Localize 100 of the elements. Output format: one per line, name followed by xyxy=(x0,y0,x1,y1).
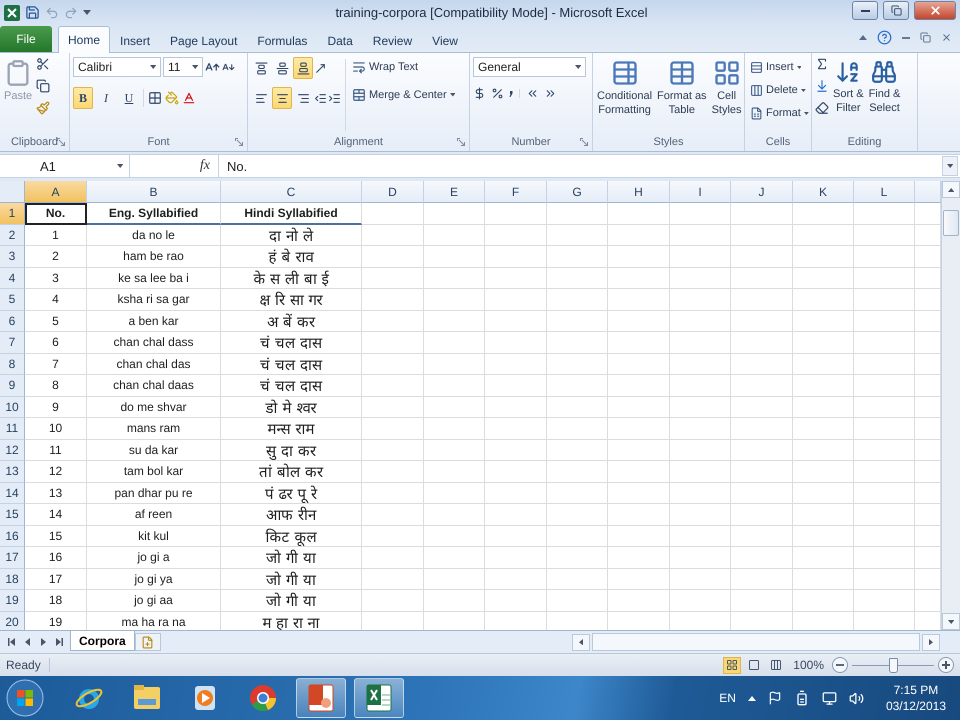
dialog-launcher-icon[interactable] xyxy=(457,138,465,146)
name-box[interactable]: A1 xyxy=(0,155,130,177)
row-header[interactable]: 9 xyxy=(0,375,25,396)
row-header[interactable]: 5 xyxy=(0,289,25,310)
row-header[interactable]: 8 xyxy=(0,354,25,375)
cells-button[interactable]: Insert xyxy=(748,57,811,77)
number-format-field[interactable]: General xyxy=(473,57,586,77)
clock-time[interactable]: 7:15 PM xyxy=(894,683,938,697)
wrap-text-button[interactable]: Wrap Text xyxy=(350,57,458,77)
align-center-button[interactable] xyxy=(272,87,292,109)
editing-button[interactable]: Sort & Filter xyxy=(832,57,865,133)
maximize-button[interactable] xyxy=(883,1,909,20)
table-cell: पं ढर पू रे xyxy=(221,482,362,504)
row-header[interactable]: 2 xyxy=(0,224,25,246)
row-header[interactable]: 11 xyxy=(0,418,25,440)
sheet-tab[interactable]: Corpora xyxy=(70,631,135,651)
dialog-launcher-icon[interactable] xyxy=(57,138,65,146)
taskbar-app[interactable] xyxy=(354,678,404,718)
dialog-launcher-icon[interactable] xyxy=(580,138,588,146)
table-cell: 18 xyxy=(25,590,87,612)
ribbon-tab[interactable]: Insert xyxy=(110,28,160,53)
ribbon-tab[interactable]: Review xyxy=(362,28,422,53)
ribbon-tab[interactable]: Page Layout xyxy=(160,28,248,53)
row-header[interactable]: 6 xyxy=(0,310,25,332)
language-indicator[interactable]: EN xyxy=(719,691,736,705)
row-header[interactable]: 7 xyxy=(0,332,25,354)
row-header[interactable]: 17 xyxy=(0,547,25,568)
scroll-down-button[interactable] xyxy=(942,613,960,630)
row-header[interactable]: 14 xyxy=(0,482,25,504)
bold-button[interactable]: B xyxy=(73,87,93,109)
column-header[interactable]: H xyxy=(608,181,670,203)
conditional-formatting-button[interactable]: Conditional Formatting xyxy=(596,57,654,133)
column-header[interactable]: C xyxy=(221,181,362,203)
editing-button[interactable]: Find & Select xyxy=(868,57,902,133)
scroll-left-button[interactable] xyxy=(572,634,590,650)
ribbon-tab[interactable]: Data xyxy=(317,28,363,53)
insert-function-button[interactable]: fx xyxy=(200,158,210,174)
table-cell xyxy=(608,547,670,568)
expand-formula-button[interactable] xyxy=(942,156,958,176)
column-header[interactable]: L xyxy=(854,181,915,203)
zoom-slider[interactable] xyxy=(889,658,898,672)
close-button[interactable] xyxy=(914,1,956,20)
new-sheet-button[interactable] xyxy=(134,633,161,651)
row-header[interactable]: 20 xyxy=(0,612,25,630)
table-cell xyxy=(670,203,731,224)
table-cell xyxy=(547,289,608,310)
table-cell: su da kar xyxy=(87,440,221,461)
column-header[interactable]: K xyxy=(793,181,854,203)
dialog-launcher-icon[interactable] xyxy=(235,138,243,146)
ribbon-tab[interactable]: Home xyxy=(58,26,110,53)
cell-styles-button[interactable]: Cell Styles xyxy=(710,57,743,133)
bottom-align-button[interactable] xyxy=(293,57,313,79)
formula-field[interactable]: No. xyxy=(219,158,942,174)
ribbon-tab[interactable]: View xyxy=(422,28,468,53)
cells-button[interactable]: Format xyxy=(748,103,811,123)
row-header[interactable]: 10 xyxy=(0,396,25,418)
column-header[interactable]: E xyxy=(424,181,485,203)
taskbar-app[interactable] xyxy=(296,678,346,718)
cells-button[interactable]: Delete xyxy=(748,80,811,100)
underline-button[interactable]: U xyxy=(119,87,139,109)
row-header[interactable]: 1 xyxy=(0,203,25,224)
column-header[interactable]: F xyxy=(485,181,547,203)
row-header[interactable]: 3 xyxy=(0,246,25,268)
row-header[interactable]: 13 xyxy=(0,461,25,482)
file-tab[interactable]: File xyxy=(0,26,52,52)
scroll-up-button[interactable] xyxy=(942,181,960,198)
font-name-field[interactable]: Calibri xyxy=(73,57,161,77)
scroll-right-button[interactable] xyxy=(922,634,940,650)
italic-button[interactable]: I xyxy=(96,87,116,109)
row-header[interactable]: 16 xyxy=(0,526,25,547)
table-cell: 5 xyxy=(25,310,87,332)
merge-center-button[interactable]: Merge & Center xyxy=(350,85,458,105)
column-header[interactable]: A xyxy=(25,181,87,203)
column-header[interactable]: B xyxy=(87,181,221,203)
table-cell xyxy=(670,375,731,396)
row-header[interactable]: 18 xyxy=(0,568,25,590)
font-size-field[interactable]: 11 xyxy=(163,57,203,77)
zoom-out-button[interactable] xyxy=(832,657,848,673)
start-button[interactable] xyxy=(6,679,44,717)
zoom-in-button[interactable] xyxy=(938,657,954,673)
column-header[interactable]: G xyxy=(547,181,608,203)
table-cell xyxy=(670,482,731,504)
table-cell: jo gi aa xyxy=(87,590,221,612)
row-header[interactable]: 15 xyxy=(0,504,25,526)
row-header[interactable]: 4 xyxy=(0,268,25,289)
column-header[interactable]: J xyxy=(731,181,793,203)
align-icon xyxy=(254,92,268,104)
scroll-thumb[interactable] xyxy=(943,210,959,236)
right-arrow-icon xyxy=(929,638,933,646)
column-header[interactable]: D xyxy=(362,181,424,203)
column-header[interactable]: I xyxy=(670,181,731,203)
horizontal-scrollbar[interactable] xyxy=(592,633,920,651)
ribbon-tab[interactable]: Formulas xyxy=(247,28,318,53)
format-as-table-button[interactable]: Format as Table xyxy=(656,57,708,133)
normal-view-button[interactable] xyxy=(723,656,742,674)
row-header[interactable]: 12 xyxy=(0,440,25,461)
table-cell xyxy=(547,547,608,568)
clock-date[interactable]: 03/12/2013 xyxy=(886,699,946,713)
minimize-button[interactable] xyxy=(852,1,878,20)
row-header[interactable]: 19 xyxy=(0,590,25,612)
